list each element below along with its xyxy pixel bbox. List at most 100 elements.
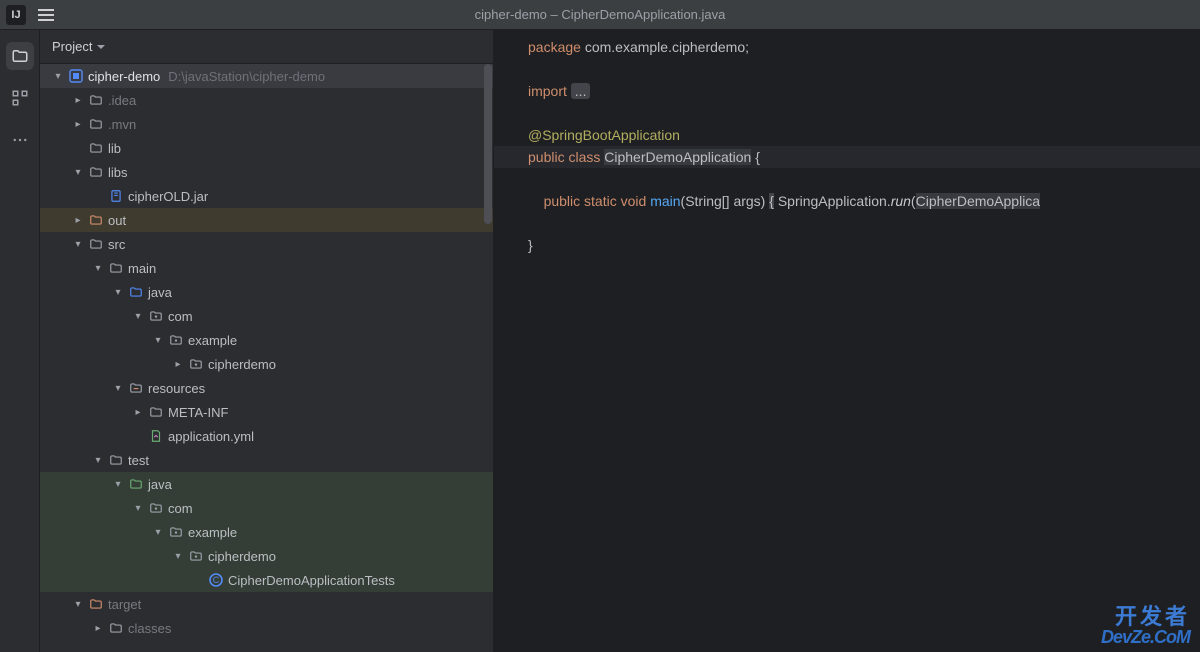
tree-item-label: cipherdemo [208,357,276,372]
tree-item-classes[interactable]: ▸classes [40,616,493,640]
tree-item-com2[interactable]: ▾ com [40,496,493,520]
fold-imports[interactable]: ... [571,83,591,99]
chevron-icon[interactable]: ▾ [92,263,104,274]
chevron-icon[interactable]: ▸ [92,623,104,634]
svg-text:C: C [213,575,220,585]
chevron-icon[interactable]: ▾ [92,455,104,466]
chevron-icon[interactable]: ▾ [132,311,144,322]
tool-rail [0,30,40,652]
tree-item-ex1[interactable]: ▾ example [40,328,493,352]
chevron-icon[interactable]: ▾ [112,479,124,490]
package-icon [188,356,204,372]
tree-item-java1[interactable]: ▾ java [40,280,493,304]
main-menu-button[interactable] [38,9,54,21]
folder-src-icon [128,284,144,300]
chevron-icon[interactable]: ▸ [72,215,84,226]
tree-scrollbar[interactable] [483,64,493,652]
chevron-icon[interactable]: ▸ [72,119,84,130]
package-icon [188,548,204,564]
project-panel: Project ▾ cipher-demo D:\javaStation\cip… [40,30,494,652]
chevron-icon[interactable]: ▾ [132,503,144,514]
tree-root-path: D:\javaStation\cipher-demo [168,69,325,84]
tree-item-label: out [108,213,126,228]
chevron-icon[interactable]: ▸ [132,407,144,418]
tree-item-com1[interactable]: ▾ com [40,304,493,328]
tree-item-label: resources [148,381,205,396]
tree-item-lib[interactable]: lib [40,136,493,160]
chevron-icon[interactable]: ▾ [152,335,164,346]
folder-orange-icon [88,212,104,228]
tree-item-label: example [188,525,237,540]
tree-root-name: cipher-demo [88,69,160,84]
tree-item-mvn[interactable]: ▸ .mvn [40,112,493,136]
tree-item-yml[interactable]: application.yml [40,424,493,448]
package-icon [148,308,164,324]
chevron-icon[interactable]: ▾ [72,239,84,250]
folder-icon [88,140,104,156]
project-panel-header[interactable]: Project [40,30,493,64]
tree-item-label: .idea [108,93,136,108]
tree-item-main[interactable]: ▾ main [40,256,493,280]
chevron-icon[interactable]: ▸ [172,359,184,370]
tree-item-label: com [168,309,193,324]
tree-item-out[interactable]: ▸ out [40,208,493,232]
folder-icon [88,116,104,132]
tree-item-meta[interactable]: ▸ META-INF [40,400,493,424]
tree-item-label: application.yml [168,429,254,444]
chevron-icon[interactable]: ▾ [112,383,124,394]
tree-item-label: libs [108,165,128,180]
chevron-icon[interactable]: ▾ [172,551,184,562]
package-icon [148,500,164,516]
code-editor[interactable]: package com.example.cipherdemo; import .… [494,30,1200,652]
tree-item-java2[interactable]: ▾ java [40,472,493,496]
tree-item-ex2[interactable]: ▾ example [40,520,493,544]
tree-item-label: example [188,333,237,348]
folder-test-icon [128,476,144,492]
tree-item-cipherold[interactable]: cipherOLD.jar [40,184,493,208]
folder-icon [108,452,124,468]
tree-item-cd2[interactable]: ▾cipherdemo [40,544,493,568]
chevron-down-icon [96,42,106,52]
window-title: cipher-demo – CipherDemoApplication.java [475,7,726,22]
tree-item-label: cipherOLD.jar [128,189,208,204]
tree-item-label: main [128,261,156,276]
folder-icon [88,236,104,252]
tree-item-cd1[interactable]: ▸ cipherdemo [40,352,493,376]
chevron-down-icon[interactable]: ▾ [52,71,64,82]
tree-item-res[interactable]: ▾ resources [40,376,493,400]
tree-item-label: lib [108,141,121,156]
yml-icon [148,428,164,444]
folder-icon [108,620,124,636]
chevron-icon[interactable]: ▾ [112,287,124,298]
tree-item-label: CipherDemoApplicationTests [228,573,395,588]
chevron-icon[interactable]: ▸ [72,95,84,106]
chevron-icon[interactable]: ▾ [72,599,84,610]
jar-icon [108,188,124,204]
folder-icon [108,260,124,276]
tree-item-label: com [168,501,193,516]
structure-tool-button[interactable] [6,84,34,112]
tree-item-label: java [148,477,172,492]
tree-item-label: src [108,237,125,252]
chevron-icon[interactable]: ▾ [72,167,84,178]
watermark: 开发者 DevZe.CoM [1101,606,1190,646]
tree-item-tests[interactable]: C CipherDemoApplicationTests [40,568,493,592]
project-tree[interactable]: ▾ cipher-demo D:\javaStation\cipher-demo… [40,64,493,652]
project-tool-button[interactable] [6,42,34,70]
tree-item-label: .mvn [108,117,136,132]
tree-item-libs[interactable]: ▾ libs [40,160,493,184]
tree-item-label: META-INF [168,405,228,420]
tree-item-target[interactable]: ▾ target [40,592,493,616]
package-icon [168,332,184,348]
more-tools-button[interactable] [6,126,34,154]
tree-item-src[interactable]: ▾ src [40,232,493,256]
package-icon [168,524,184,540]
tree-item-test[interactable]: ▾ test [40,448,493,472]
tree-root[interactable]: ▾ cipher-demo D:\javaStation\cipher-demo [40,64,493,88]
app-logo: IJ [6,5,26,25]
tree-item-label: test [128,453,149,468]
tree-item-idea[interactable]: ▸ .idea [40,88,493,112]
tree-item-label: java [148,285,172,300]
chevron-icon[interactable]: ▾ [152,527,164,538]
tree-item-label: target [108,597,141,612]
